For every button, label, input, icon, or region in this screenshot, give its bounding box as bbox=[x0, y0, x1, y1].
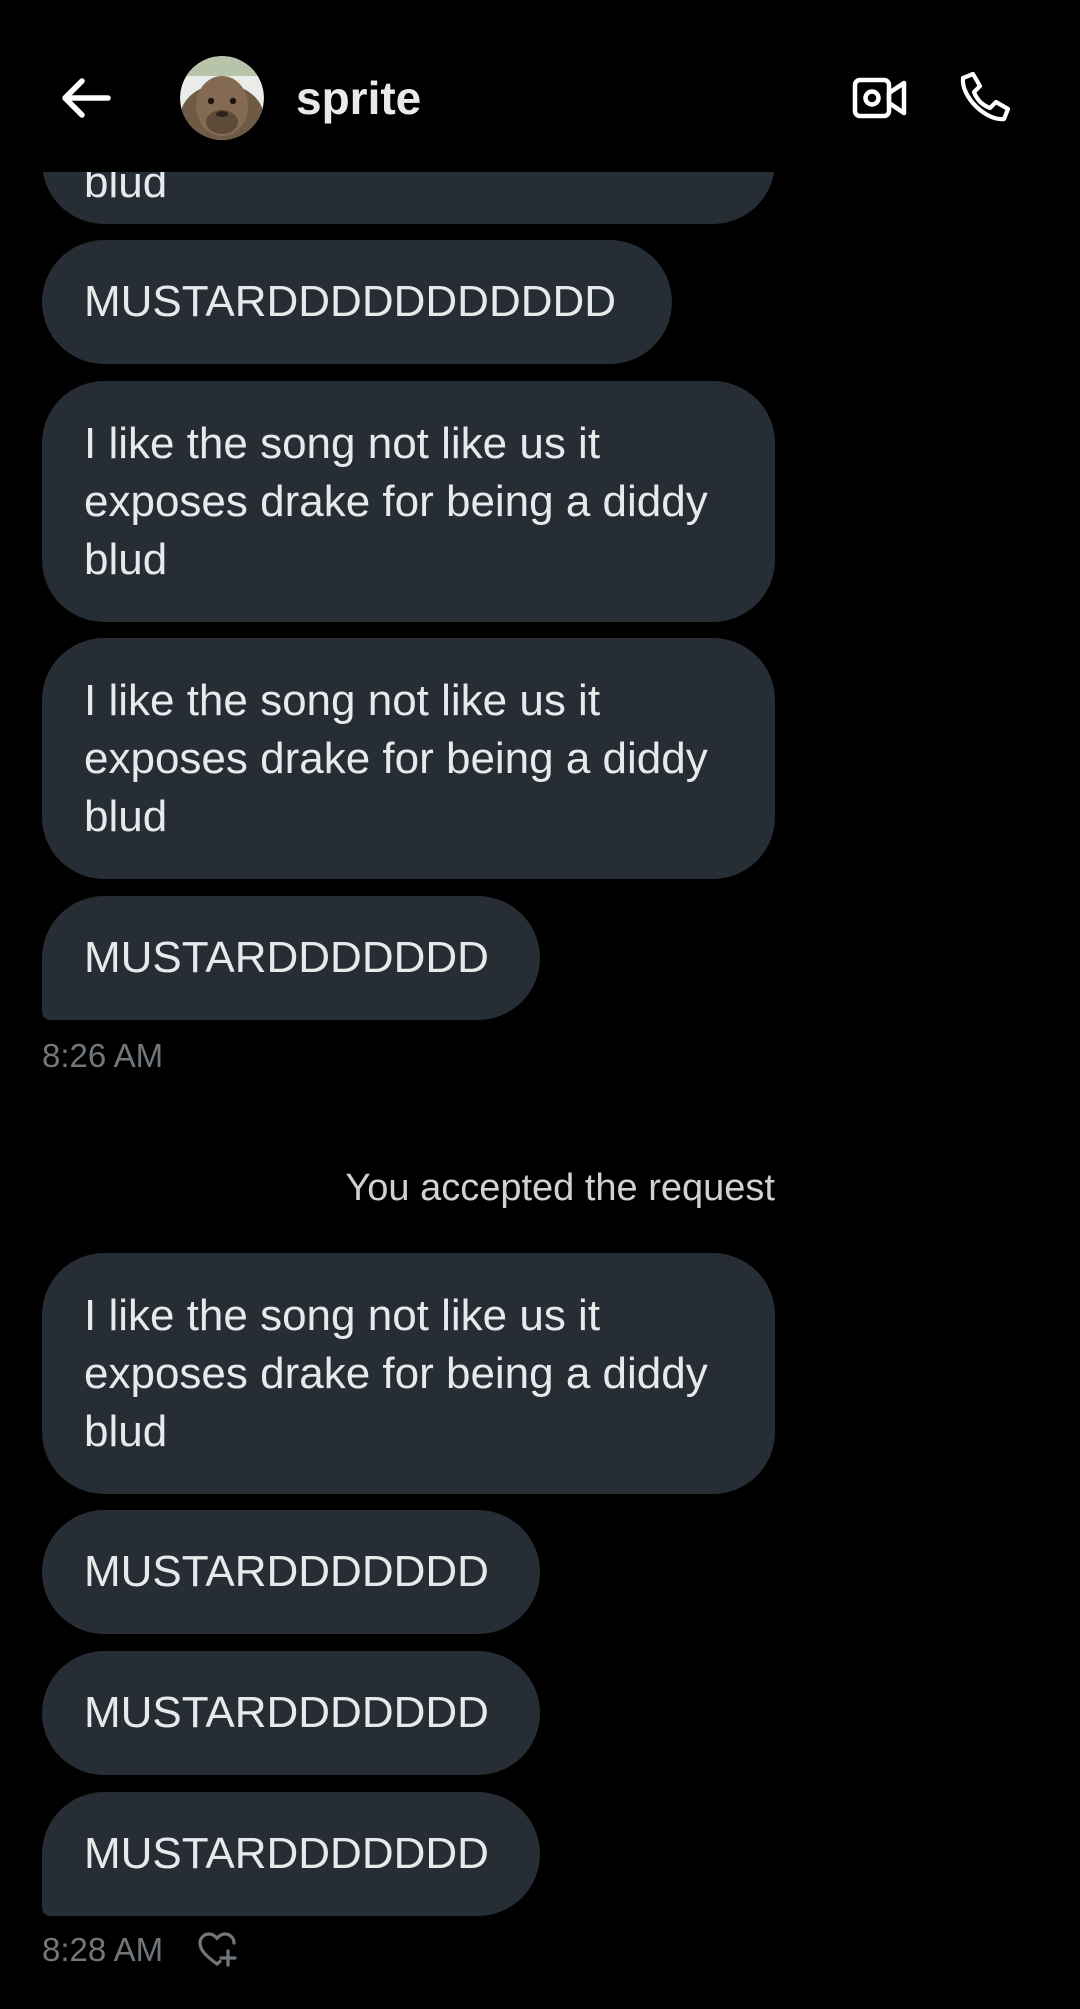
message-text: I like the song not like us it exposes d… bbox=[84, 418, 708, 584]
message-bubble[interactable]: MUSTARDDDDDDD bbox=[42, 896, 540, 1020]
message-text: MUSTARDDDDDDDDDDD bbox=[84, 277, 617, 326]
conversation-header: sprite bbox=[0, 0, 1080, 172]
message-bubble[interactable]: MUSTARDDDDDDDDDDD bbox=[42, 240, 672, 364]
message-bubble[interactable]: I like the song not like us it exposes d… bbox=[42, 1253, 775, 1494]
message-bubble[interactable]: MUSTARDDDDDDD bbox=[42, 1510, 540, 1634]
avatar[interactable] bbox=[180, 56, 264, 140]
request-accepted-note: You accepted the request bbox=[345, 1167, 775, 1209]
message-text: MUSTARDDDDDDD bbox=[84, 1829, 489, 1878]
message-text: I like the song not like us it exposes d… bbox=[84, 1290, 708, 1456]
message-bubble[interactable]: MUSTARDDDDDDD bbox=[42, 1792, 540, 1916]
heart-plus-icon[interactable] bbox=[196, 1930, 238, 1970]
back-arrow-icon[interactable] bbox=[56, 68, 116, 128]
message-bubble[interactable]: I like the song not like us it exposes d… bbox=[42, 638, 775, 879]
message-text: MUSTARDDDDDDD bbox=[84, 1688, 489, 1737]
message-thread: blud MUSTARDDDDDDDDDDD I like the song n… bbox=[0, 0, 1080, 2009]
phone-icon[interactable] bbox=[958, 70, 1012, 124]
message-timestamp: 8:28 AM bbox=[42, 1931, 164, 1968]
contact-avatar-image bbox=[180, 56, 264, 140]
message-bubble[interactable]: MUSTARDDDDDDD bbox=[42, 1651, 540, 1775]
message-bubble[interactable]: I like the song not like us it exposes d… bbox=[42, 381, 775, 622]
message-text: I like the song not like us it exposes d… bbox=[84, 675, 708, 841]
video-call-icon[interactable] bbox=[852, 74, 908, 122]
message-timestamp: 8:26 AM bbox=[42, 1037, 164, 1074]
contact-name[interactable]: sprite bbox=[296, 68, 421, 128]
message-text: MUSTARDDDDDDD bbox=[84, 1547, 489, 1596]
message-text: MUSTARDDDDDDD bbox=[84, 933, 489, 982]
